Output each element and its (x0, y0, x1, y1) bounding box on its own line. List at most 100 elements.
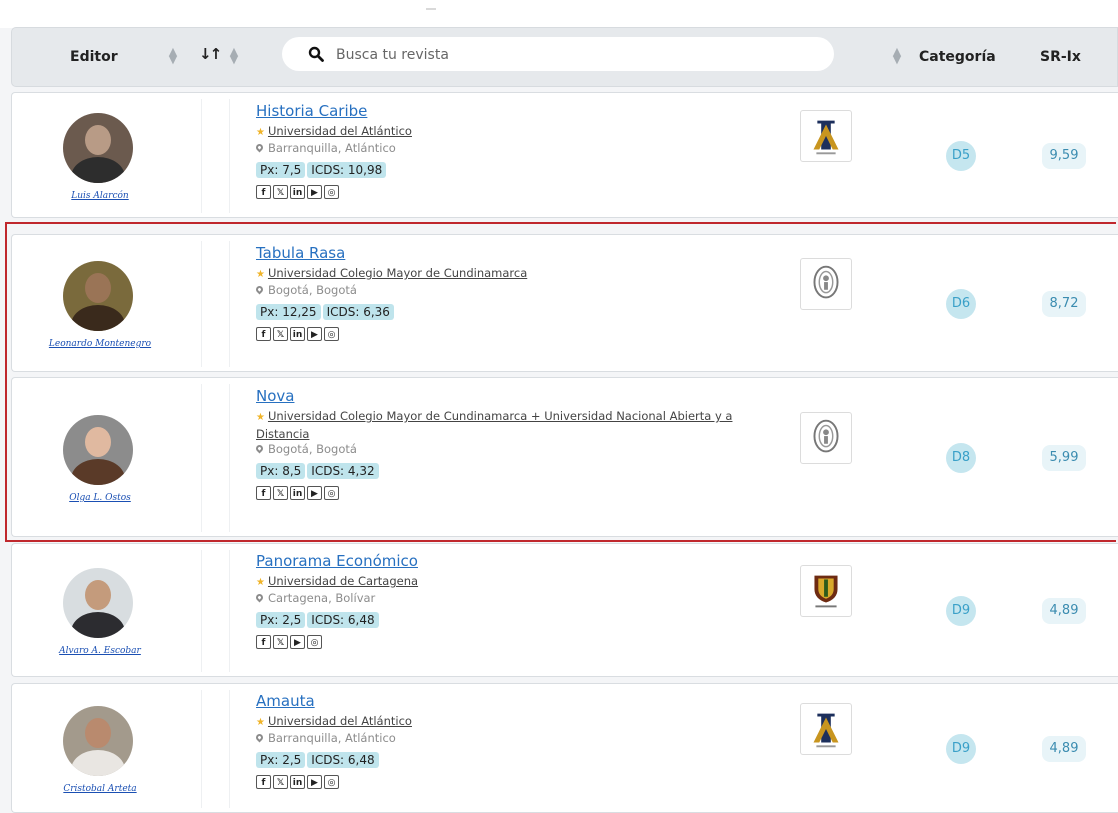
institution-logo[interactable] (800, 258, 852, 310)
editor-link[interactable]: Cristobal Arteta (20, 784, 180, 794)
journal-title-link[interactable]: Nova (256, 387, 294, 405)
srix-value: 8,72 (1042, 291, 1086, 317)
institution-link[interactable]: Universidad Colegio Mayor de Cundinamarc… (256, 409, 732, 441)
social-linkedin-icon[interactable]: in (290, 326, 305, 341)
location-text: Bogotá, Bogotá (268, 442, 357, 456)
search-icon (308, 46, 324, 62)
icds-badge: ICDS: 6,48 (307, 752, 379, 768)
institution: ★ Universidad Colegio Mayor de Cundinamar… (256, 265, 776, 283)
table-row: Leonardo Montenegro Tabula Rasa ★ Univers… (11, 234, 1118, 372)
table-row: Alvaro A. Escobar Panorama Económico ★ Un… (11, 543, 1118, 677)
social-links: f 𝕏in ▶ ◎ (256, 482, 341, 501)
social-youtube-icon[interactable]: ▶ (307, 774, 322, 789)
editor-link[interactable]: Leonardo Montenegro (20, 339, 180, 349)
atlantico-logo-icon (813, 120, 839, 155)
social-instagram-icon[interactable]: ◎ (324, 326, 339, 341)
location: Cartagena, Bolívar (254, 591, 376, 605)
social-facebook-icon[interactable]: f (256, 485, 271, 500)
social-instagram-icon[interactable]: ◎ (324, 485, 339, 500)
px-badge: Px: 8,5 (256, 463, 306, 479)
editor-link[interactable]: Alvaro A. Escobar (20, 646, 180, 656)
institution-link[interactable]: Universidad del Atlántico (268, 124, 412, 138)
location-text: Barranquilla, Atlántico (268, 141, 396, 155)
column-header-editor[interactable]: Editor (70, 49, 118, 65)
social-facebook-icon[interactable]: f (256, 184, 271, 199)
metrics: Px: 2,5 ICDS: 6,48 (256, 749, 381, 768)
location-pin-icon (254, 592, 265, 603)
search-box[interactable] (282, 37, 834, 71)
institution: ★ Universidad Colegio Mayor de Cundinamar… (256, 408, 776, 442)
social-x-icon[interactable]: 𝕏 (273, 184, 288, 199)
srix-value: 5,99 (1042, 445, 1086, 471)
star-icon: ★ (256, 577, 265, 588)
top-divider (426, 8, 436, 10)
px-badge: Px: 7,5 (256, 162, 306, 178)
social-instagram-icon[interactable]: ◎ (307, 634, 322, 649)
social-facebook-icon[interactable]: f (256, 774, 271, 789)
search-input[interactable] (334, 43, 818, 67)
cundinamarca-logo-icon (813, 265, 839, 299)
institution-link[interactable]: Universidad Colegio Mayor de Cundinamarc… (268, 266, 527, 280)
px-badge: Px: 2,5 (256, 752, 306, 768)
social-linkedin-icon[interactable]: in (290, 485, 305, 500)
row-spacer (201, 99, 230, 213)
social-instagram-icon[interactable]: ◎ (324, 184, 339, 199)
category-badge: D5 (946, 141, 976, 171)
institution: ★ Universidad del Atlántico (256, 713, 776, 731)
social-instagram-icon[interactable]: ◎ (324, 774, 339, 789)
avatar[interactable] (63, 113, 133, 183)
journal-title-link[interactable]: Panorama Económico (256, 552, 418, 570)
column-header-srix[interactable]: SR-Ix (1040, 49, 1081, 65)
institution-logo[interactable] (800, 703, 852, 755)
institution-logo[interactable] (800, 565, 852, 617)
srix-value: 4,89 (1042, 736, 1086, 762)
institution: ★ Universidad del Atlántico (256, 123, 776, 141)
social-x-icon[interactable]: 𝕏 (273, 774, 288, 789)
social-x-icon[interactable]: 𝕏 (273, 634, 288, 649)
location-text: Cartagena, Bolívar (268, 591, 376, 605)
row-spacer (201, 241, 230, 367)
sort-arrows-icon[interactable]: ▲ ▼ (229, 46, 239, 65)
location-pin-icon (254, 443, 265, 454)
social-facebook-icon[interactable]: f (256, 634, 271, 649)
social-youtube-icon[interactable]: ▶ (307, 184, 322, 199)
column-header-category[interactable]: Categoría (919, 49, 996, 65)
sort-arrows-icon[interactable]: ▲ ▼ (168, 46, 178, 65)
sort-arrows-icon[interactable]: ▲ ▼ (892, 46, 902, 65)
social-youtube-icon[interactable]: ▶ (307, 326, 322, 341)
social-x-icon[interactable]: 𝕏 (273, 485, 288, 500)
avatar[interactable] (63, 415, 133, 485)
category-badge: D8 (946, 443, 976, 473)
social-x-icon[interactable]: 𝕏 (273, 326, 288, 341)
institution-link[interactable]: Universidad del Atlántico (268, 714, 412, 728)
institution-logo[interactable] (800, 110, 852, 162)
location-pin-icon (254, 284, 265, 295)
category-badge: D6 (946, 289, 976, 319)
journal-title-link[interactable]: Tabula Rasa (256, 244, 345, 262)
location: Barranquilla, Atlántico (254, 731, 396, 745)
journal-title-link[interactable]: Amauta (256, 692, 315, 710)
institution-link[interactable]: Universidad de Cartagena (268, 574, 418, 588)
avatar[interactable] (63, 568, 133, 638)
social-linkedin-icon[interactable]: in (290, 774, 305, 789)
px-badge: Px: 12,25 (256, 304, 321, 320)
social-facebook-icon[interactable]: f (256, 326, 271, 341)
avatar[interactable] (63, 706, 133, 776)
social-youtube-icon[interactable]: ▶ (290, 634, 305, 649)
location: Bogotá, Bogotá (254, 283, 357, 297)
location: Bogotá, Bogotá (254, 442, 357, 456)
social-links: f 𝕏in ▶ ◎ (256, 771, 341, 790)
institution-logo[interactable] (800, 412, 852, 464)
journal-title-link[interactable]: Historia Caribe (256, 102, 367, 120)
editor-link[interactable]: Luis Alarcón (20, 191, 180, 201)
table-row: Olga L. Ostos Nova ★ Universidad Colegio … (11, 377, 1118, 537)
social-linkedin-icon[interactable]: in (290, 184, 305, 199)
atlantico-logo-icon (813, 713, 839, 748)
social-youtube-icon[interactable]: ▶ (307, 485, 322, 500)
table-row: Luis Alarcón Historia Caribe ★ Universida… (11, 92, 1118, 218)
srix-value: 9,59 (1042, 143, 1086, 169)
editor-link[interactable]: Olga L. Ostos (20, 493, 180, 503)
avatar[interactable] (63, 261, 133, 331)
sort-order-icon[interactable]: ↓↑ (199, 45, 222, 63)
location-pin-icon (254, 732, 265, 743)
